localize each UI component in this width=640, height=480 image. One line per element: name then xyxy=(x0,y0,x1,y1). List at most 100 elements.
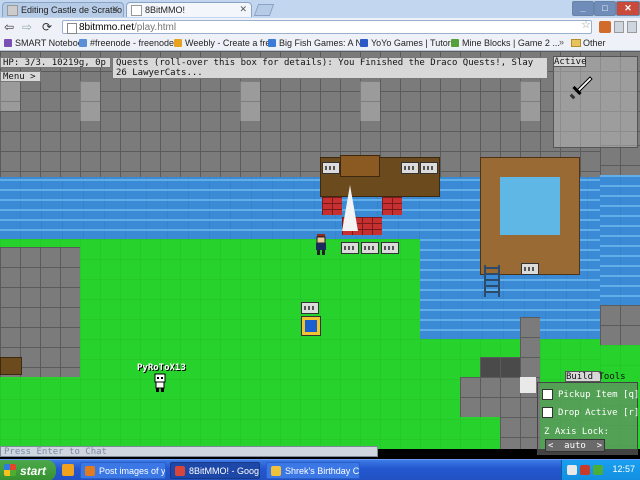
dock-door xyxy=(340,155,380,177)
firefox-icon xyxy=(85,466,95,476)
tray-icon[interactable] xyxy=(567,465,577,475)
browser-toolbar: ⇦ ⇨ ⟳ 8bitmmo.net/play.html ☆ xyxy=(0,18,640,36)
quest-tracker[interactable]: Quests (roll-over this box for details):… xyxy=(112,57,548,79)
bookmark-yoyo-games[interactable]: YoYo Games | Tutorials xyxy=(360,37,455,49)
browser-titlebar: Editing Castle de Scratso - B ✕ 8BitMMO!… xyxy=(0,0,640,19)
bookmarks-bar: SMART Notebook... #freenode - freenode..… xyxy=(0,36,640,60)
stone-block xyxy=(480,357,520,377)
brick-block xyxy=(382,197,402,215)
stone-block xyxy=(600,305,640,345)
task-label: Shrek's Birthday Card... xyxy=(285,465,360,476)
stone-pillar xyxy=(520,317,540,377)
url-host: 8bitmmo.net xyxy=(79,22,135,33)
wrench-menu-icon[interactable] xyxy=(627,21,637,33)
build-tools-title[interactable]: Build Tools xyxy=(565,371,626,382)
item-block-icon[interactable] xyxy=(301,316,321,336)
task-post-images[interactable]: Post images of your g... xyxy=(80,462,166,479)
chat-input[interactable]: Press Enter to Chat xyxy=(0,446,378,457)
page-favicon-icon xyxy=(131,4,142,16)
start-button[interactable]: start xyxy=(0,460,56,480)
ladder xyxy=(484,265,500,297)
task-label: 8BitMMO! - Google C... xyxy=(189,465,260,476)
page-icon xyxy=(67,23,77,34)
tray-icon[interactable] xyxy=(580,465,590,475)
task-label: Post images of your g... xyxy=(99,465,166,476)
maximize-button[interactable]: □ xyxy=(594,1,616,16)
treasure-chest-icon[interactable] xyxy=(420,162,438,174)
chrome-icon xyxy=(175,466,185,476)
sword-icon xyxy=(569,76,593,100)
pickup-item-label: Pickup Item [q] xyxy=(558,389,640,400)
bookmark-big-fish-games[interactable]: Big Fish Games: A Ne... xyxy=(268,37,363,49)
bookmarks-overflow-chevron[interactable]: » xyxy=(559,37,564,47)
tab-close-icon[interactable]: ✕ xyxy=(239,4,247,15)
bookmark-star-icon[interactable]: ☆ xyxy=(581,18,591,31)
wooden-door xyxy=(0,357,22,375)
treasure-chest-icon[interactable] xyxy=(521,263,539,275)
wall-stone xyxy=(360,81,380,121)
drop-active-checkbox[interactable] xyxy=(542,407,553,418)
bookmark-smart-notebook[interactable]: SMART Notebook... xyxy=(4,37,81,49)
screen: Editing Castle de Scratso - B ✕ 8BitMMO!… xyxy=(0,0,640,480)
quicklaunch-icon[interactable] xyxy=(62,464,74,476)
highlight-tile xyxy=(520,377,536,393)
pickup-item-option[interactable]: Pickup Item [q] xyxy=(542,389,639,400)
build-tools-panel: Pickup Item [q] Drop Active [r] Z Axis L… xyxy=(537,382,639,455)
pickup-item-checkbox[interactable] xyxy=(542,389,553,400)
game-canvas[interactable]: HP: 3/3. 10219g, 0p Menu > Quests (roll-… xyxy=(0,51,640,459)
z-axis-prev-button[interactable]: < xyxy=(548,441,553,451)
page-favicon-icon xyxy=(7,4,18,16)
forward-arrow-icon[interactable]: ⇨ xyxy=(22,21,32,33)
active-item-label: Active xyxy=(553,56,587,67)
stone-block xyxy=(600,145,640,175)
reload-icon[interactable]: ⟳ xyxy=(42,21,52,33)
tab-editing-castle[interactable]: Editing Castle de Scratso - B ✕ xyxy=(2,2,124,17)
active-item-panel[interactable] xyxy=(553,56,638,148)
back-arrow-icon[interactable]: ⇦ xyxy=(4,21,14,33)
treasure-chest-icon[interactable] xyxy=(381,242,399,254)
address-bar[interactable]: 8bitmmo.net/play.html xyxy=(62,20,592,34)
player-name-label: PyRoToX13 xyxy=(137,363,186,373)
url-path: /play.html xyxy=(134,22,177,33)
tab-label: Editing Castle de Scratso - B xyxy=(21,5,123,15)
player-character-icon xyxy=(152,373,168,397)
wall-stone xyxy=(80,81,100,121)
close-window-button[interactable]: ✕ xyxy=(616,1,640,16)
task-8bitmmo-chrome[interactable]: 8BitMMO! - Google C... xyxy=(170,462,260,479)
windows-taskbar: start Post images of your g... 8BitMMO! … xyxy=(0,459,640,480)
treasure-chest-icon[interactable] xyxy=(401,162,419,174)
hp-gold-status: HP: 3/3. 10219g, 0p xyxy=(0,57,111,68)
z-axis-lock-label: Z Axis Lock: xyxy=(544,427,610,437)
wall-stone xyxy=(520,81,540,121)
treasure-chest-icon[interactable] xyxy=(361,242,379,254)
tab-close-icon[interactable]: ✕ xyxy=(111,4,119,15)
tower-opening xyxy=(500,177,560,235)
extension-icon[interactable] xyxy=(599,21,611,33)
bookmark-mine-blocks[interactable]: Mine Blocks | Game 2 ... xyxy=(451,37,564,49)
document-icon xyxy=(271,466,281,476)
start-label: start xyxy=(20,463,47,478)
new-tab-button[interactable] xyxy=(253,4,275,16)
wall-stone xyxy=(0,81,20,111)
treasure-chest-icon[interactable] xyxy=(301,302,319,314)
spike-obstacle xyxy=(342,185,358,231)
stone-block xyxy=(500,417,540,449)
minimize-button[interactable]: _ xyxy=(572,1,594,16)
tray-icon[interactable] xyxy=(593,465,603,475)
tab-8bitmmo[interactable]: 8BitMMO! ✕ xyxy=(126,2,252,17)
tab-label: 8BitMMO! xyxy=(145,5,186,15)
z-axis-lock-control: < auto > xyxy=(545,439,605,452)
treasure-chest-icon[interactable] xyxy=(341,242,359,254)
z-axis-next-button[interactable]: > xyxy=(597,441,602,451)
bookmark-weebly[interactable]: Weebly - Create a fre... xyxy=(174,37,271,49)
menu-button[interactable]: Menu > xyxy=(0,71,41,82)
bookmark-freenode[interactable]: #freenode - freenode... xyxy=(79,37,176,49)
task-shreks-birthday-card[interactable]: Shrek's Birthday Card... xyxy=(266,462,360,479)
knight-npc-icon[interactable] xyxy=(314,234,328,260)
page-menu-icon[interactable] xyxy=(614,21,624,33)
drop-active-option[interactable]: Drop Active [r] xyxy=(542,407,639,418)
z-axis-value: auto xyxy=(564,440,586,451)
treasure-chest-icon[interactable] xyxy=(322,162,340,174)
windows-logo-icon xyxy=(4,464,16,476)
system-tray: 12:57 xyxy=(561,460,640,480)
